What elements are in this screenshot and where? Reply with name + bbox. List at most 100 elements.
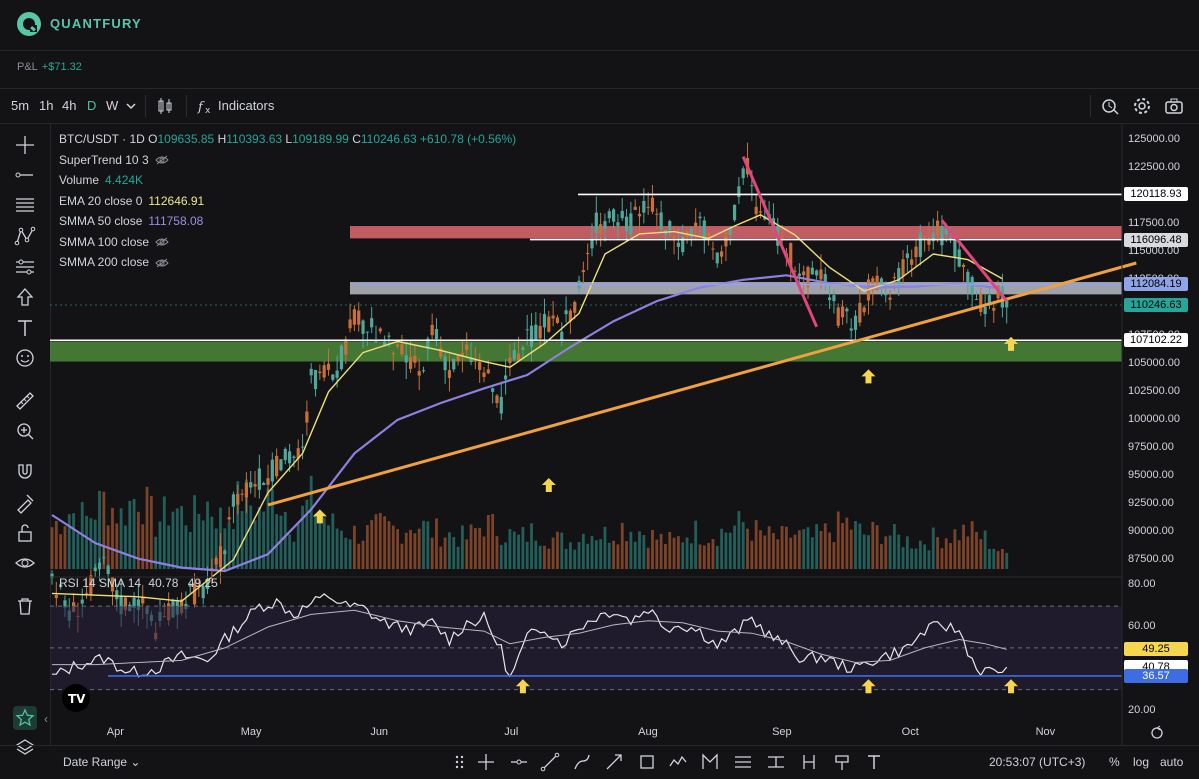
candle-body — [521, 347, 525, 350]
text-icon[interactable] — [13, 316, 37, 340]
candle-body — [465, 344, 469, 350]
volume-bar — [448, 532, 451, 569]
pattern-icon[interactable] — [668, 752, 688, 772]
volume-bar — [54, 520, 58, 569]
timeframe-w[interactable]: W — [106, 98, 118, 113]
symbol-title[interactable]: BTC/USDT · 1D — [59, 132, 145, 146]
crosshair-icon[interactable] — [476, 752, 496, 772]
candle-body — [992, 307, 996, 311]
brand-name: QUANTFURY — [50, 16, 142, 31]
brush-icon[interactable] — [572, 752, 592, 772]
rsi-legend-label[interactable]: RSI 14 SMA 14 — [59, 576, 141, 590]
volume-bar — [322, 517, 326, 569]
brush-lock-icon[interactable] — [13, 491, 37, 515]
rectangle-icon[interactable] — [637, 752, 657, 772]
fib-icon[interactable] — [13, 193, 37, 217]
magnet-icon[interactable] — [13, 460, 37, 484]
candle-body — [732, 204, 737, 221]
timeframe-d[interactable]: D — [87, 98, 96, 113]
volume-bar — [689, 543, 693, 569]
volume-bar — [486, 514, 490, 569]
replay-icon[interactable] — [1100, 96, 1120, 116]
candle-body — [836, 307, 840, 326]
indicator-row[interactable]: Volume 4.424K — [59, 170, 516, 191]
candle-body — [599, 224, 603, 234]
candle-body — [525, 329, 529, 331]
settings-gear-icon[interactable] — [1132, 96, 1152, 116]
fib-icon[interactable] — [733, 752, 753, 772]
price-axis-tick: 117500.00 — [1128, 216, 1180, 229]
candle-body — [810, 267, 814, 275]
volume-bar — [741, 522, 745, 569]
trash-icon[interactable] — [13, 594, 37, 618]
indicator-row[interactable]: EMA 20 close 0 112646.91 — [59, 191, 516, 212]
candle-body — [711, 248, 715, 250]
volume-bar — [983, 530, 987, 569]
indicator-row[interactable]: SMMA 50 close 111758.08 — [59, 211, 516, 232]
trend-line-icon[interactable] — [540, 752, 560, 772]
ruler-icon[interactable] — [13, 389, 37, 413]
trend-line-icon[interactable] — [13, 163, 37, 187]
camera-icon[interactable] — [1164, 96, 1184, 116]
long-position-icon[interactable] — [700, 752, 720, 772]
indicators-button[interactable]: Indicators — [218, 98, 274, 113]
percent-toggle[interactable]: % — [1109, 755, 1120, 769]
indicator-row[interactable]: SMMA 100 close — [59, 232, 516, 253]
volume-bar — [620, 522, 624, 569]
log-toggle[interactable]: log — [1133, 755, 1149, 769]
volume-bar — [141, 524, 145, 569]
indicator-row[interactable]: SuperTrend 10 3 — [59, 150, 516, 171]
text-icon[interactable] — [864, 752, 884, 772]
pattern-icon[interactable] — [13, 224, 37, 248]
fx-icon[interactable]: fx — [196, 96, 216, 116]
projection-icon[interactable] — [13, 255, 37, 279]
candle-body — [586, 252, 590, 254]
candle-body — [698, 216, 702, 219]
date-range-button[interactable]: Date Range ⌄ — [63, 755, 140, 769]
candle-body — [227, 517, 231, 520]
eye-icon[interactable] — [13, 551, 37, 575]
indicator-row[interactable]: SMMA 200 close — [59, 252, 516, 273]
price-range-icon[interactable] — [799, 752, 819, 772]
candle-body — [642, 200, 646, 213]
collapse-chevron-icon[interactable]: ‹ — [44, 712, 48, 726]
clock-readout[interactable]: 20:53:07 (UTC+3) — [989, 755, 1085, 769]
star-icon[interactable] — [13, 706, 37, 730]
volume-bar — [409, 529, 412, 569]
date-range-icon[interactable] — [766, 752, 786, 772]
reset-scale-icon[interactable] — [1148, 724, 1168, 742]
volume-bar — [715, 545, 719, 569]
zoom-in-icon[interactable] — [13, 419, 37, 443]
timeframe-1h[interactable]: 1h — [39, 98, 53, 113]
eye-hidden-icon[interactable] — [155, 237, 169, 247]
candle-body — [538, 325, 542, 339]
candle-body — [940, 225, 944, 246]
candles-icon[interactable] — [155, 96, 175, 116]
signpost-icon[interactable] — [832, 752, 852, 772]
candle-body — [910, 259, 914, 265]
drag-handle-icon[interactable] — [450, 752, 470, 772]
arrow-up-icon[interactable] — [13, 285, 37, 309]
crosshair-icon[interactable] — [13, 133, 37, 157]
timeframe-5m[interactable]: 5m — [11, 98, 29, 113]
horizontal-line-icon[interactable] — [509, 752, 529, 772]
timeframe-4h[interactable]: 4h — [62, 98, 76, 113]
chevron-down-icon[interactable] — [124, 98, 138, 114]
auto-toggle[interactable]: auto — [1160, 755, 1183, 769]
price-label: 120118.93 — [1124, 187, 1188, 202]
volume-bar — [841, 523, 844, 569]
volume-bar — [89, 518, 93, 569]
eye-hidden-icon[interactable] — [154, 155, 169, 165]
candle-body — [581, 270, 585, 273]
volume-bar — [944, 538, 948, 569]
lock-icon[interactable] — [13, 521, 37, 545]
candle-body — [983, 307, 987, 315]
candle-body — [305, 411, 309, 423]
volume-bar — [137, 511, 140, 569]
tradingview-logo-icon[interactable]: TV — [62, 684, 90, 712]
indicator-label: SMMA 50 close — [59, 214, 143, 228]
price-axis-tick: 100000.00 — [1128, 412, 1180, 425]
arrow-icon[interactable] — [604, 752, 624, 772]
emoji-icon[interactable] — [13, 346, 37, 370]
eye-hidden-icon[interactable] — [155, 258, 169, 268]
